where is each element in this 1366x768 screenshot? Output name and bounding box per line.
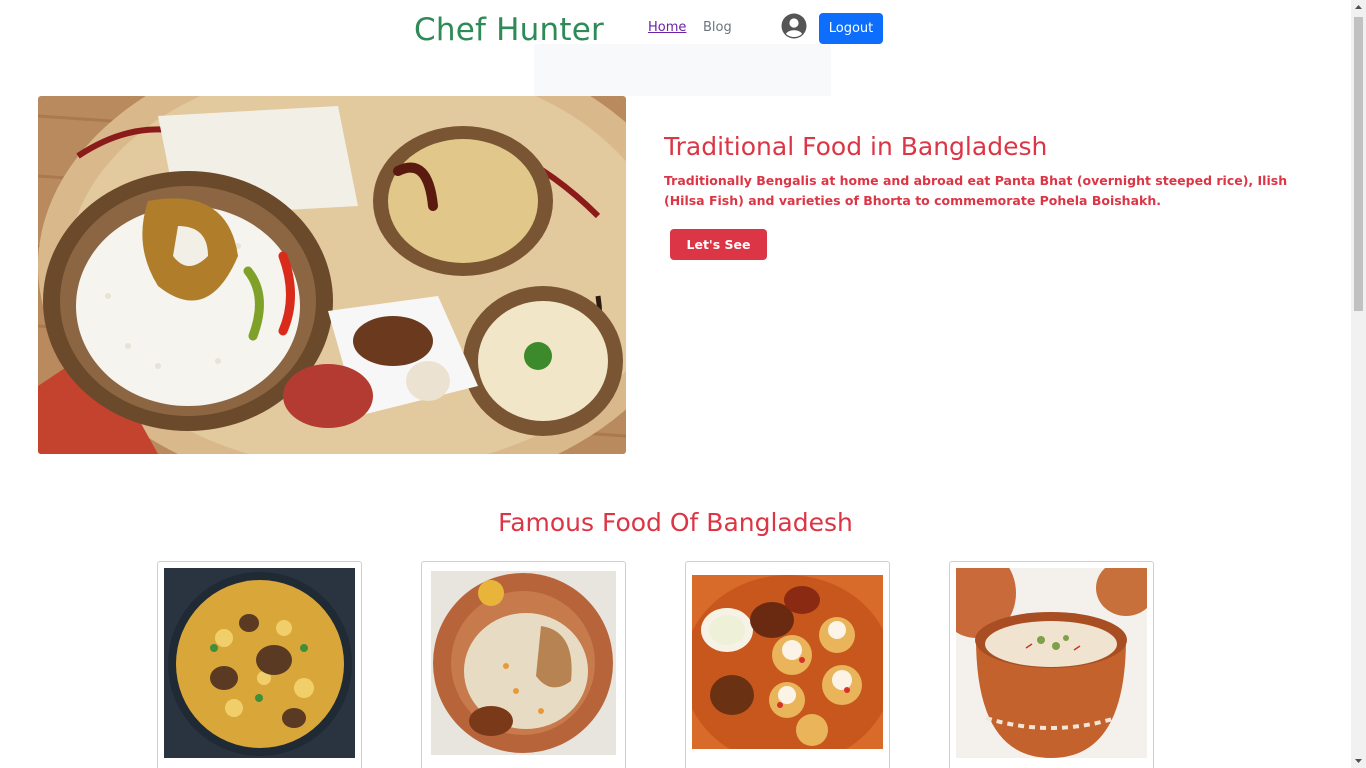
food-card-image — [956, 568, 1147, 758]
logout-button[interactable]: Logout — [819, 13, 883, 44]
tooltip-overlay — [534, 44, 831, 96]
lets-see-button[interactable]: Let's See — [670, 229, 767, 260]
food-card-image — [164, 568, 355, 758]
food-card-image — [431, 571, 616, 755]
nav-home-link[interactable]: Home — [648, 20, 686, 35]
hero-image — [38, 96, 626, 454]
page: Chef Hunter Home Blog Logout Traditional… — [0, 0, 1351, 768]
scrollbar-thumb[interactable] — [1354, 17, 1363, 311]
food-card[interactable] — [949, 561, 1154, 768]
food-card[interactable] — [157, 561, 362, 768]
food-card-image — [692, 575, 883, 749]
hero-title: Traditional Food in Bangladesh — [664, 132, 1048, 161]
hero-description: Traditionally Bengalis at home and abroa… — [664, 173, 1288, 208]
food-card[interactable] — [421, 561, 626, 768]
scroll-down-arrow-icon[interactable] — [1351, 753, 1366, 768]
food-card[interactable] — [685, 561, 890, 768]
nav-blog-link[interactable]: Blog — [703, 20, 732, 35]
vertical-scrollbar[interactable] — [1351, 0, 1366, 768]
scroll-up-arrow-icon[interactable] — [1351, 0, 1366, 15]
user-circle-icon[interactable] — [781, 13, 807, 39]
brand-logo[interactable]: Chef Hunter — [414, 12, 604, 48]
famous-food-heading: Famous Food Of Bangladesh — [498, 508, 853, 537]
